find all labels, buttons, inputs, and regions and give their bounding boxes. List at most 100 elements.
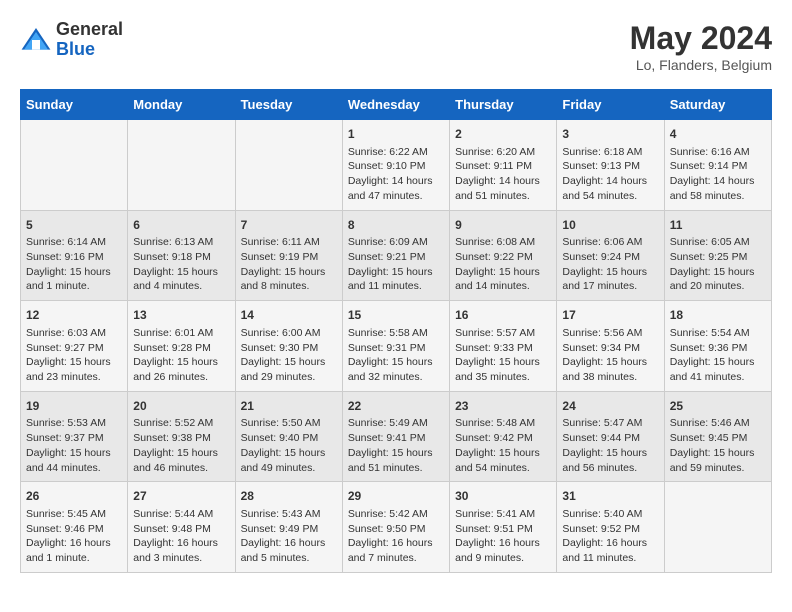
calendar-day-cell: 30Sunrise: 5:41 AMSunset: 9:51 PMDayligh… — [450, 482, 557, 573]
calendar-day-cell: 29Sunrise: 5:42 AMSunset: 9:50 PMDayligh… — [342, 482, 449, 573]
day-info-text: Daylight: 14 hours and 58 minutes. — [670, 174, 766, 203]
day-info-text: Daylight: 15 hours and 51 minutes. — [348, 446, 444, 475]
calendar-header-row: SundayMondayTuesdayWednesdayThursdayFrid… — [21, 90, 772, 120]
day-info-text: Daylight: 15 hours and 59 minutes. — [670, 446, 766, 475]
day-info-text: Sunset: 9:41 PM — [348, 431, 444, 446]
day-number: 14 — [241, 307, 337, 324]
day-number: 3 — [562, 126, 658, 143]
day-info-text: Daylight: 16 hours and 1 minute. — [26, 536, 122, 565]
calendar-day-cell: 3Sunrise: 6:18 AMSunset: 9:13 PMDaylight… — [557, 120, 664, 211]
day-info-text: Sunrise: 5:52 AM — [133, 416, 229, 431]
calendar-day-cell: 31Sunrise: 5:40 AMSunset: 9:52 PMDayligh… — [557, 482, 664, 573]
day-info-text: Daylight: 15 hours and 41 minutes. — [670, 355, 766, 384]
page-header: General Blue May 2024 Lo, Flanders, Belg… — [20, 20, 772, 73]
column-header-saturday: Saturday — [664, 90, 771, 120]
column-header-monday: Monday — [128, 90, 235, 120]
location-subtitle: Lo, Flanders, Belgium — [630, 57, 772, 73]
day-info-text: Sunrise: 6:13 AM — [133, 235, 229, 250]
day-info-text: Daylight: 14 hours and 47 minutes. — [348, 174, 444, 203]
day-info-text: Sunrise: 5:47 AM — [562, 416, 658, 431]
day-info-text: Sunset: 9:38 PM — [133, 431, 229, 446]
calendar-day-cell: 8Sunrise: 6:09 AMSunset: 9:21 PMDaylight… — [342, 210, 449, 301]
day-info-text: Sunrise: 5:50 AM — [241, 416, 337, 431]
day-info-text: Sunrise: 5:54 AM — [670, 326, 766, 341]
calendar-week-row: 5Sunrise: 6:14 AMSunset: 9:16 PMDaylight… — [21, 210, 772, 301]
calendar-day-cell: 21Sunrise: 5:50 AMSunset: 9:40 PMDayligh… — [235, 391, 342, 482]
title-block: May 2024 Lo, Flanders, Belgium — [630, 20, 772, 73]
logo-general-text: General — [56, 20, 123, 40]
column-header-sunday: Sunday — [21, 90, 128, 120]
calendar-day-cell: 24Sunrise: 5:47 AMSunset: 9:44 PMDayligh… — [557, 391, 664, 482]
calendar-day-cell: 17Sunrise: 5:56 AMSunset: 9:34 PMDayligh… — [557, 301, 664, 392]
calendar-day-cell: 27Sunrise: 5:44 AMSunset: 9:48 PMDayligh… — [128, 482, 235, 573]
day-info-text: Sunrise: 5:44 AM — [133, 507, 229, 522]
day-info-text: Sunset: 9:37 PM — [26, 431, 122, 446]
day-info-text: Daylight: 15 hours and 38 minutes. — [562, 355, 658, 384]
day-info-text: Daylight: 15 hours and 11 minutes. — [348, 265, 444, 294]
day-info-text: Daylight: 14 hours and 54 minutes. — [562, 174, 658, 203]
day-number: 25 — [670, 398, 766, 415]
day-info-text: Sunrise: 5:56 AM — [562, 326, 658, 341]
day-info-text: Sunset: 9:46 PM — [26, 522, 122, 537]
calendar-week-row: 26Sunrise: 5:45 AMSunset: 9:46 PMDayligh… — [21, 482, 772, 573]
day-number: 13 — [133, 307, 229, 324]
day-number: 20 — [133, 398, 229, 415]
day-info-text: Daylight: 16 hours and 5 minutes. — [241, 536, 337, 565]
day-info-text: Sunrise: 6:09 AM — [348, 235, 444, 250]
calendar-day-cell: 1Sunrise: 6:22 AMSunset: 9:10 PMDaylight… — [342, 120, 449, 211]
day-number: 21 — [241, 398, 337, 415]
day-number: 28 — [241, 488, 337, 505]
day-info-text: Sunrise: 6:08 AM — [455, 235, 551, 250]
day-info-text: Sunrise: 6:03 AM — [26, 326, 122, 341]
calendar-day-cell: 4Sunrise: 6:16 AMSunset: 9:14 PMDaylight… — [664, 120, 771, 211]
day-number: 19 — [26, 398, 122, 415]
day-info-text: Sunset: 9:11 PM — [455, 159, 551, 174]
day-info-text: Sunrise: 5:49 AM — [348, 416, 444, 431]
day-info-text: Sunrise: 6:00 AM — [241, 326, 337, 341]
empty-day-cell — [235, 120, 342, 211]
day-info-text: Sunrise: 5:46 AM — [670, 416, 766, 431]
day-info-text: Sunrise: 5:43 AM — [241, 507, 337, 522]
day-number: 29 — [348, 488, 444, 505]
day-number: 10 — [562, 217, 658, 234]
empty-day-cell — [128, 120, 235, 211]
day-info-text: Daylight: 15 hours and 8 minutes. — [241, 265, 337, 294]
calendar-day-cell: 16Sunrise: 5:57 AMSunset: 9:33 PMDayligh… — [450, 301, 557, 392]
column-header-wednesday: Wednesday — [342, 90, 449, 120]
day-info-text: Sunset: 9:49 PM — [241, 522, 337, 537]
day-info-text: Daylight: 15 hours and 35 minutes. — [455, 355, 551, 384]
day-info-text: Sunrise: 6:14 AM — [26, 235, 122, 250]
day-info-text: Daylight: 15 hours and 14 minutes. — [455, 265, 551, 294]
day-info-text: Sunset: 9:42 PM — [455, 431, 551, 446]
day-number: 31 — [562, 488, 658, 505]
day-info-text: Sunrise: 6:01 AM — [133, 326, 229, 341]
day-number: 11 — [670, 217, 766, 234]
calendar-day-cell: 14Sunrise: 6:00 AMSunset: 9:30 PMDayligh… — [235, 301, 342, 392]
day-number: 4 — [670, 126, 766, 143]
day-info-text: Daylight: 15 hours and 23 minutes. — [26, 355, 122, 384]
calendar-day-cell: 11Sunrise: 6:05 AMSunset: 9:25 PMDayligh… — [664, 210, 771, 301]
calendar-week-row: 1Sunrise: 6:22 AMSunset: 9:10 PMDaylight… — [21, 120, 772, 211]
calendar-day-cell: 10Sunrise: 6:06 AMSunset: 9:24 PMDayligh… — [557, 210, 664, 301]
day-info-text: Sunset: 9:21 PM — [348, 250, 444, 265]
day-info-text: Sunset: 9:10 PM — [348, 159, 444, 174]
day-info-text: Sunset: 9:45 PM — [670, 431, 766, 446]
day-number: 22 — [348, 398, 444, 415]
day-info-text: Sunset: 9:33 PM — [455, 341, 551, 356]
day-number: 30 — [455, 488, 551, 505]
day-info-text: Daylight: 15 hours and 46 minutes. — [133, 446, 229, 475]
month-year-title: May 2024 — [630, 20, 772, 57]
day-info-text: Daylight: 15 hours and 54 minutes. — [455, 446, 551, 475]
calendar-week-row: 19Sunrise: 5:53 AMSunset: 9:37 PMDayligh… — [21, 391, 772, 482]
day-info-text: Sunrise: 5:40 AM — [562, 507, 658, 522]
day-info-text: Sunrise: 6:11 AM — [241, 235, 337, 250]
day-info-text: Sunset: 9:44 PM — [562, 431, 658, 446]
day-info-text: Sunset: 9:48 PM — [133, 522, 229, 537]
calendar-day-cell: 5Sunrise: 6:14 AMSunset: 9:16 PMDaylight… — [21, 210, 128, 301]
calendar-table: SundayMondayTuesdayWednesdayThursdayFrid… — [20, 89, 772, 573]
day-info-text: Sunrise: 5:45 AM — [26, 507, 122, 522]
day-info-text: Daylight: 15 hours and 4 minutes. — [133, 265, 229, 294]
day-info-text: Sunset: 9:14 PM — [670, 159, 766, 174]
day-info-text: Daylight: 16 hours and 3 minutes. — [133, 536, 229, 565]
day-number: 18 — [670, 307, 766, 324]
